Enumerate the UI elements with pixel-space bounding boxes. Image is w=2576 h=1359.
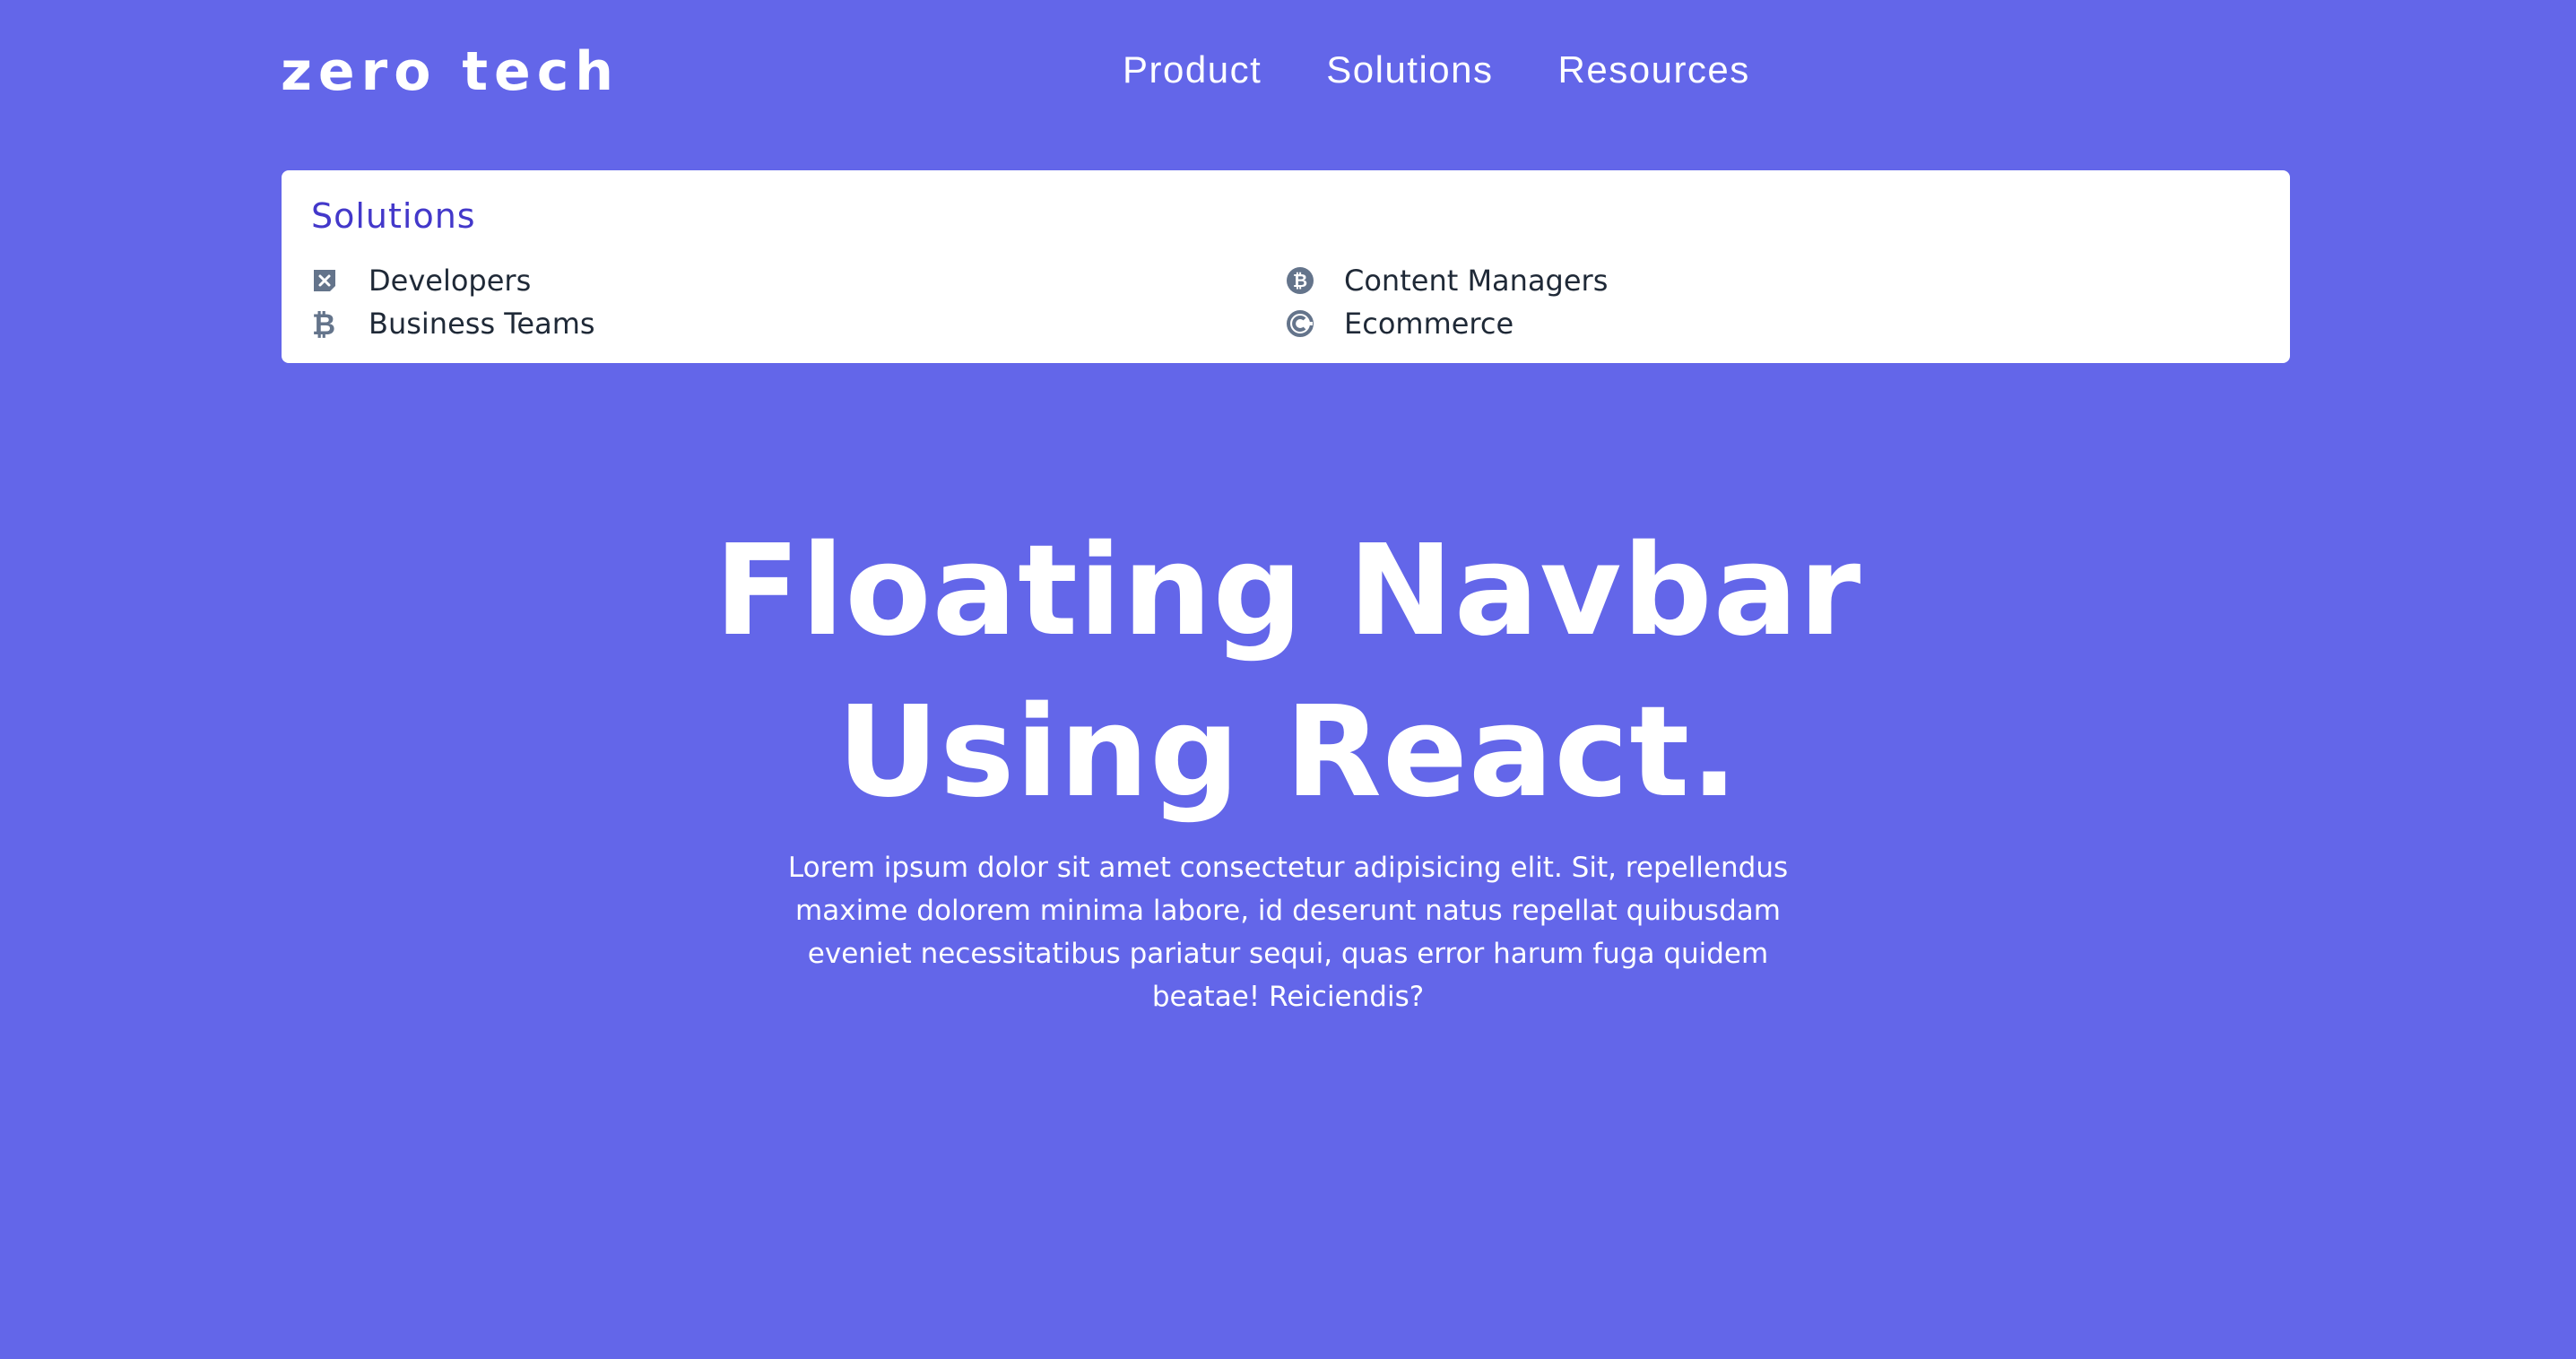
circular-c-icon [1286, 309, 1314, 338]
navbar: zero tech Product Solutions Resources [0, 0, 2576, 152]
nav-link-solutions[interactable]: Solutions [1326, 45, 1493, 95]
bitcoin-icon: ₿ [310, 307, 339, 342]
logo[interactable]: zero tech [281, 39, 620, 104]
svg-text:₿: ₿ [312, 309, 335, 338]
nav-link-resources[interactable]: Resources [1558, 45, 1750, 95]
hero-title: Floating Navbar Using React. [0, 511, 2576, 834]
dropdown-item-content-managers[interactable]: ₿ Content Managers [1286, 260, 1608, 301]
dropdown-item-label: Business Teams [369, 307, 595, 341]
dropdown-title: Solutions [311, 196, 476, 236]
bitcoin-circle-icon: ₿ [1286, 266, 1314, 295]
dropdown-item-business-teams[interactable]: ₿ Business Teams [310, 303, 595, 344]
nav-links: Product Solutions Resources [1123, 45, 1750, 95]
dropdown-item-label: Developers [369, 264, 532, 298]
dropdown-item-ecommerce[interactable]: Ecommerce [1286, 303, 1514, 344]
hero-title-line-1: Floating Navbar [714, 518, 1862, 664]
hero-title-line-2: Using React. [837, 680, 1739, 826]
hero-description: Lorem ipsum dolor sit amet consectetur a… [787, 852, 1789, 1013]
nav-link-product[interactable]: Product [1123, 45, 1262, 95]
dropdown-item-developers[interactable]: Developers [310, 260, 531, 301]
dropdown-item-label: Ecommerce [1344, 307, 1514, 341]
x-card-icon [310, 266, 339, 295]
svg-text:₿: ₿ [1293, 270, 1307, 291]
solutions-dropdown: Solutions Developers ₿ Content Managers … [282, 170, 2290, 363]
dropdown-item-label: Content Managers [1344, 264, 1609, 298]
